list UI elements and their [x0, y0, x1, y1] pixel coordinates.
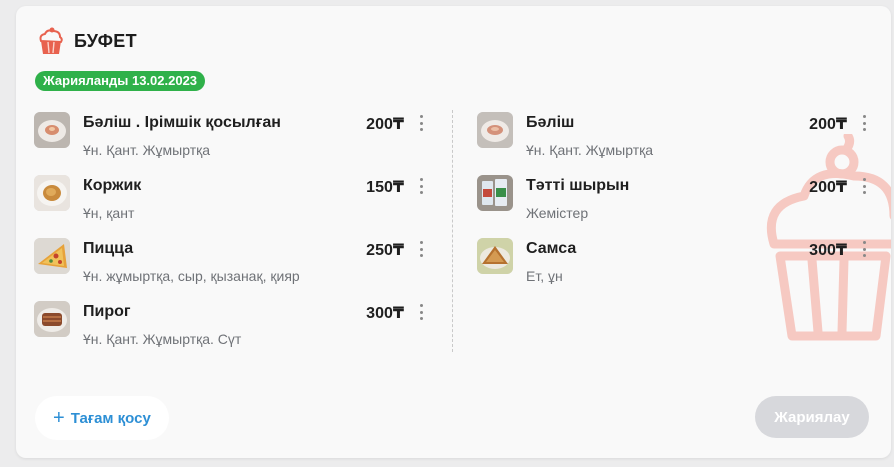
- card-header: БУФЕТ: [38, 26, 137, 56]
- add-dish-button[interactable]: + Тағам қосу: [35, 396, 169, 440]
- menu-item: Пицца Ұн. жұмыртқа, сыр, қызанақ, қияр 2…: [34, 236, 428, 299]
- item-menu-icon[interactable]: [414, 177, 428, 195]
- item-name: Коржик: [83, 177, 142, 194]
- plus-icon: +: [53, 407, 65, 429]
- menu-item: Бәліш . Ірімшік қосылған Ұн. Қант. Жұмыр…: [34, 110, 428, 173]
- menu-column-right: Бәліш Ұн. Қант. Жұмыртқа 200₸ Тәтті шыры…: [477, 110, 871, 299]
- food-thumbnail: [34, 112, 70, 148]
- food-thumbnail: [477, 112, 513, 148]
- menu-item: Самса Ет, ұн 300₸: [477, 236, 871, 299]
- buffet-card: БУФЕТ Жарияланды 13.02.2023 Бәліш . Ірім…: [16, 6, 891, 458]
- item-description: Ұн. Қант. Жұмыртқа: [83, 142, 211, 158]
- item-menu-icon[interactable]: [857, 240, 871, 258]
- menu-item: Коржик Ұн, қант 150₸: [34, 173, 428, 236]
- item-description: Ұн. Қант. Жұмыртқа. Сүт: [83, 331, 242, 347]
- item-price: 200₸: [809, 179, 847, 196]
- item-description: Ұн. жұмыртқа, сыр, қызанақ, қияр: [83, 268, 300, 284]
- item-name: Бәліш: [526, 114, 575, 131]
- food-thumbnail: [477, 238, 513, 274]
- item-menu-icon[interactable]: [857, 177, 871, 195]
- item-price: 200₸: [366, 116, 404, 133]
- item-price: 150₸: [366, 179, 404, 196]
- item-price: 250₸: [366, 242, 404, 259]
- item-description: Ет, ұн: [526, 268, 563, 284]
- column-divider: [452, 110, 453, 352]
- menu-column-left: Бәліш . Ірімшік қосылған Ұн. Қант. Жұмыр…: [34, 110, 428, 362]
- item-name: Самса: [526, 240, 577, 257]
- cupcake-icon: [39, 27, 63, 54]
- item-description: Жемістер: [526, 205, 589, 221]
- item-description: Ұн. Қант. Жұмыртқа: [526, 142, 654, 158]
- item-menu-icon[interactable]: [414, 303, 428, 321]
- food-thumbnail: [477, 175, 513, 211]
- item-menu-icon[interactable]: [857, 114, 871, 132]
- menu-item: Пирог Ұн. Қант. Жұмыртқа. Сүт 300₸: [34, 299, 428, 362]
- page-title: БУФЕТ: [74, 30, 137, 51]
- menu-item: Бәліш Ұн. Қант. Жұмыртқа 200₸: [477, 110, 871, 173]
- item-price: 300₸: [809, 242, 847, 259]
- item-price: 300₸: [366, 305, 404, 322]
- published-status-badge: Жарияланды 13.02.2023: [35, 71, 206, 91]
- item-menu-icon[interactable]: [414, 114, 428, 132]
- item-name: Бәліш . Ірімшік қосылған: [83, 114, 281, 131]
- item-description: Ұн, қант: [83, 205, 135, 221]
- item-name: Пирог: [83, 303, 131, 320]
- item-menu-icon[interactable]: [414, 240, 428, 258]
- food-thumbnail: [34, 175, 70, 211]
- add-dish-label: Тағам қосу: [70, 409, 151, 427]
- menu-item: Тәтті шырын Жемістер 200₸: [477, 173, 871, 236]
- item-name: Пицца: [83, 240, 134, 257]
- food-thumbnail: [34, 238, 70, 274]
- food-thumbnail: [34, 301, 70, 337]
- item-name: Тәтті шырын: [526, 177, 630, 194]
- publish-button[interactable]: Жариялау: [755, 396, 869, 438]
- item-price: 200₸: [809, 116, 847, 133]
